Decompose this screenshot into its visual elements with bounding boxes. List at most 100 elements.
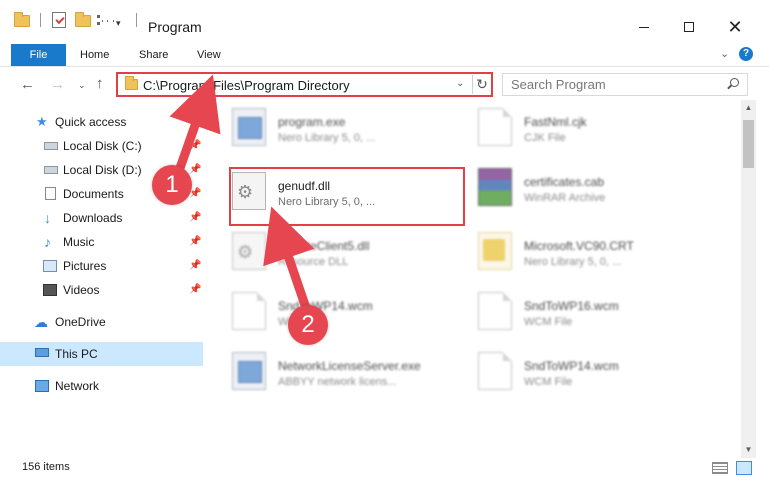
step-2-badge: 2	[288, 305, 328, 345]
sidebar-item-onedrive[interactable]: ☁ OneDrive	[0, 310, 203, 334]
file-type: Nero Library 5, 0, ...	[524, 256, 622, 268]
file-type: WCM File	[524, 316, 573, 328]
help-icon[interactable]: ?	[739, 47, 753, 61]
tab-home[interactable]: Home	[80, 44, 109, 66]
search-icon[interactable]	[727, 78, 739, 89]
file-item[interactable]: program.exe Nero Library 5, 0, ...	[222, 102, 462, 156]
large-icons-view-icon[interactable]	[736, 461, 752, 475]
pin-icon[interactable]: 📌	[189, 164, 201, 175]
quick-access-dropdown[interactable]: ▾	[116, 14, 121, 32]
quick-access-separator	[40, 13, 41, 27]
scroll-down-icon[interactable]: ▼	[741, 442, 756, 458]
file-item[interactable]: FastNml.cjk CJK File	[468, 102, 708, 156]
file-name: UpdateClient5.dll	[278, 239, 370, 253]
pin-icon[interactable]: 📌	[189, 260, 201, 271]
sidebar-item-label: Documents	[63, 187, 124, 201]
pin-icon[interactable]: 📌	[189, 284, 201, 295]
sidebar-item-local-disk-c[interactable]: Local Disk (C:) 📌	[0, 134, 203, 158]
navigation-pane: ★ Quick access Local Disk (C:) 📌 Local D…	[0, 108, 205, 458]
title-separator	[136, 13, 137, 27]
documents-icon	[45, 187, 56, 200]
window-title: Program	[148, 19, 202, 35]
file-item[interactable]: Microsoft.VC90.CRT Nero Library 5, 0, ..…	[468, 226, 708, 280]
network-icon	[35, 380, 49, 392]
computer-icon	[35, 348, 49, 357]
details-view-icon[interactable]	[712, 462, 728, 474]
file-name: Microsoft.VC90.CRT	[524, 239, 634, 253]
minimize-icon	[639, 26, 649, 28]
cloud-icon: ☁	[34, 314, 48, 330]
ribbon-divider	[0, 66, 769, 67]
properties-icon[interactable]	[52, 12, 66, 28]
file-type: Nero Library 5, 0, ...	[278, 132, 376, 144]
winrar-icon	[478, 168, 512, 206]
new-folder-icon[interactable]	[75, 12, 91, 30]
address-path[interactable]: C:\Program Files\Program Directory	[143, 78, 350, 93]
file-name: SndToWP16.wcm	[524, 299, 619, 313]
videos-icon	[43, 284, 57, 296]
file-list: program.exe Nero Library 5, 0, ... FastN…	[222, 100, 742, 456]
refresh-icon[interactable]: ↻	[472, 75, 491, 94]
sidebar-item-music[interactable]: ♪ Music 📌	[0, 230, 203, 254]
file-type: WCM File	[524, 376, 573, 388]
file-icon	[478, 292, 512, 330]
view-options-icon[interactable]	[97, 13, 113, 27]
file-item[interactable]: certificates.cab WinRAR Archive	[468, 162, 708, 216]
up-arrow-icon[interactable]: ↑	[96, 75, 104, 92]
sidebar-item-label: Videos	[63, 283, 100, 297]
folder-icon	[14, 12, 30, 30]
disk-icon	[44, 166, 58, 174]
sidebar-item-quick-access[interactable]: ★ Quick access	[0, 110, 203, 134]
tab-file[interactable]: File	[11, 44, 66, 66]
sidebar-item-label: Music	[63, 235, 95, 249]
address-bar[interactable]: C:\Program Files\Program Directory ⌄ ↻	[116, 72, 493, 97]
file-icon	[478, 108, 512, 146]
scroll-up-icon[interactable]: ▲	[741, 100, 756, 116]
file-name: certificates.cab	[524, 175, 605, 189]
exe-icon	[232, 108, 266, 146]
tab-view[interactable]: View	[197, 44, 221, 66]
file-icon	[232, 292, 266, 330]
close-button[interactable]: ✕	[712, 12, 758, 42]
folder-file-icon	[478, 232, 512, 270]
minimize-button[interactable]	[621, 12, 667, 42]
maximize-button[interactable]	[666, 12, 712, 42]
pin-icon[interactable]: 📌	[189, 140, 201, 151]
address-dropdown-icon[interactable]: ⌄	[456, 78, 464, 89]
forward-arrow-icon[interactable]: →	[50, 76, 65, 93]
scroll-thumb[interactable]	[743, 120, 754, 168]
file-item[interactable]: UpdateClient5.dll Resource DLL	[222, 226, 462, 280]
file-type: WinRAR Archive	[524, 192, 606, 204]
step-1-badge: 1	[152, 165, 192, 205]
sidebar-item-label: This PC	[55, 347, 98, 361]
sidebar-item-label: Downloads	[63, 211, 123, 225]
sidebar-item-this-pc[interactable]: This PC	[0, 342, 203, 366]
sidebar-item-label: OneDrive	[55, 315, 106, 329]
ribbon-tabs: File Home Share View	[0, 44, 769, 66]
search-box[interactable]	[502, 73, 748, 96]
file-type: CJK File	[524, 132, 566, 144]
sidebar-item-pictures[interactable]: Pictures 📌	[0, 254, 203, 278]
file-item[interactable]: SndToWP14.wcm WCM File	[468, 346, 708, 400]
pin-icon[interactable]: 📌	[189, 236, 201, 247]
file-item[interactable]: NetworkLicenseServer.exe ABBYY network l…	[222, 346, 462, 400]
maximize-icon	[684, 22, 694, 32]
search-input[interactable]	[503, 74, 713, 95]
sidebar-item-videos[interactable]: Videos 📌	[0, 278, 203, 302]
sidebar-item-label: Local Disk (C:)	[63, 139, 142, 153]
file-item[interactable]: SndToWP16.wcm WCM File	[468, 286, 708, 340]
file-item[interactable]: SndToWP14.wcm WCM File	[222, 286, 462, 340]
status-bar: 156 items	[0, 458, 769, 490]
pin-icon[interactable]: 📌	[189, 212, 201, 223]
back-arrow-icon[interactable]: ←	[20, 76, 35, 93]
file-name: program.exe	[278, 115, 346, 129]
expand-ribbon-icon[interactable]: ⌄	[720, 47, 729, 60]
vertical-scrollbar[interactable]: ▲ ▼	[741, 100, 756, 458]
sidebar-item-network[interactable]: Network	[0, 374, 203, 398]
tab-share[interactable]: Share	[139, 44, 168, 66]
recent-locations-icon[interactable]: ⌄	[78, 80, 86, 91]
sidebar-item-downloads[interactable]: ↓ Downloads 📌	[0, 206, 203, 230]
folder-icon	[125, 76, 138, 90]
file-name: FastNml.cjk	[524, 115, 587, 129]
sidebar-item-label: Pictures	[63, 259, 107, 273]
